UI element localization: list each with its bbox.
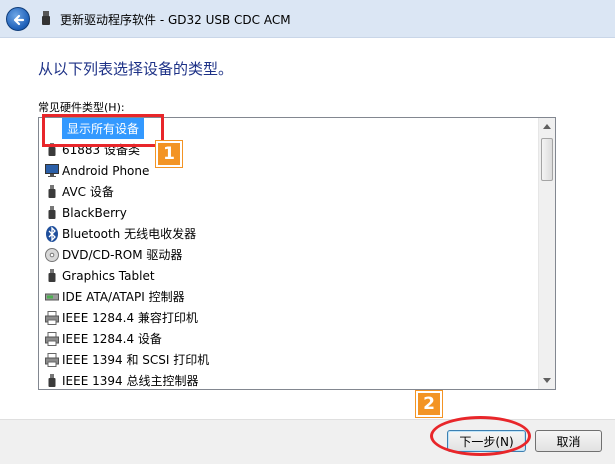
step-badge-2: 2 (416, 391, 442, 417)
usb-plug-icon (45, 184, 59, 200)
list-item-label: IDE ATA/ATAPI 控制器 (62, 290, 185, 304)
page-heading: 从以下列表选择设备的类型。 (38, 60, 234, 78)
printer-icon (45, 352, 59, 368)
list-item-label: Bluetooth 无线电收发器 (62, 227, 197, 241)
list-item-label: Android Phone (62, 163, 150, 178)
hardware-type-list[interactable]: 显示所有设备 61883 设备类 Android Phone AVC 设备 BlackB… (38, 117, 556, 390)
scroll-down-arrow-icon[interactable] (539, 372, 555, 389)
vertical-scrollbar[interactable] (538, 118, 555, 389)
highlight-ellipse (430, 416, 531, 456)
list-item-label: BlackBerry (62, 205, 127, 220)
cancel-button[interactable]: 取消 (535, 430, 602, 452)
list-item[interactable]: DVD/CD-ROM 驱动器 (39, 244, 537, 265)
list-item[interactable]: Graphics Tablet (39, 265, 537, 286)
list-item-label: AVC 设备 (62, 185, 114, 199)
list-item[interactable]: Android Phone (39, 160, 537, 181)
list-item[interactable]: AVC 设备 (39, 181, 537, 202)
back-button[interactable] (6, 7, 30, 31)
scroll-up-arrow-icon[interactable] (539, 118, 555, 135)
list-item[interactable]: Bluetooth 无线电收发器 (39, 223, 537, 244)
list-item[interactable]: BlackBerry (39, 202, 537, 223)
usb-plug-icon (45, 205, 59, 221)
list-item[interactable]: IDE ATA/ATAPI 控制器 (39, 286, 537, 307)
list-item-label: Graphics Tablet (62, 268, 155, 283)
usb-plug-icon (45, 268, 59, 284)
printer-icon (45, 331, 59, 347)
list-item-label: IEEE 1394 和 SCSI 打印机 (62, 353, 210, 367)
list-item[interactable]: IEEE 1284.4 设备 (39, 328, 537, 349)
controller-icon (45, 289, 59, 305)
highlight-rectangle (42, 114, 164, 147)
computer-icon (45, 163, 59, 179)
list-rows: 显示所有设备 61883 设备类 Android Phone AVC 设备 BlackB… (39, 118, 537, 389)
disc-drive-icon (45, 247, 59, 263)
usb-plug-icon (45, 373, 59, 389)
list-item-label: IEEE 1284.4 设备 (62, 332, 162, 346)
bluetooth-icon (45, 225, 59, 242)
step-badge-1: 1 (156, 141, 182, 167)
usb-device-icon (42, 11, 50, 25)
scrollbar-thumb[interactable] (541, 138, 553, 181)
title-bar: 更新驱动程序软件 - GD32 USB CDC ACM (0, 0, 615, 38)
list-item[interactable]: IEEE 1394 和 SCSI 打印机 (39, 349, 537, 370)
list-item-label: IEEE 1284.4 兼容打印机 (62, 311, 198, 325)
back-arrow-icon (13, 14, 25, 26)
list-item-label: DVD/CD-ROM 驱动器 (62, 248, 183, 262)
window-title: 更新驱动程序软件 - GD32 USB CDC ACM (60, 13, 291, 27)
list-item[interactable]: IEEE 1394 总线主控制器 (39, 370, 537, 389)
list-item-label: IEEE 1394 总线主控制器 (62, 374, 199, 388)
printer-icon (45, 310, 59, 326)
hardware-type-label: 常见硬件类型(H): (38, 101, 125, 114)
list-item[interactable]: IEEE 1284.4 兼容打印机 (39, 307, 537, 328)
